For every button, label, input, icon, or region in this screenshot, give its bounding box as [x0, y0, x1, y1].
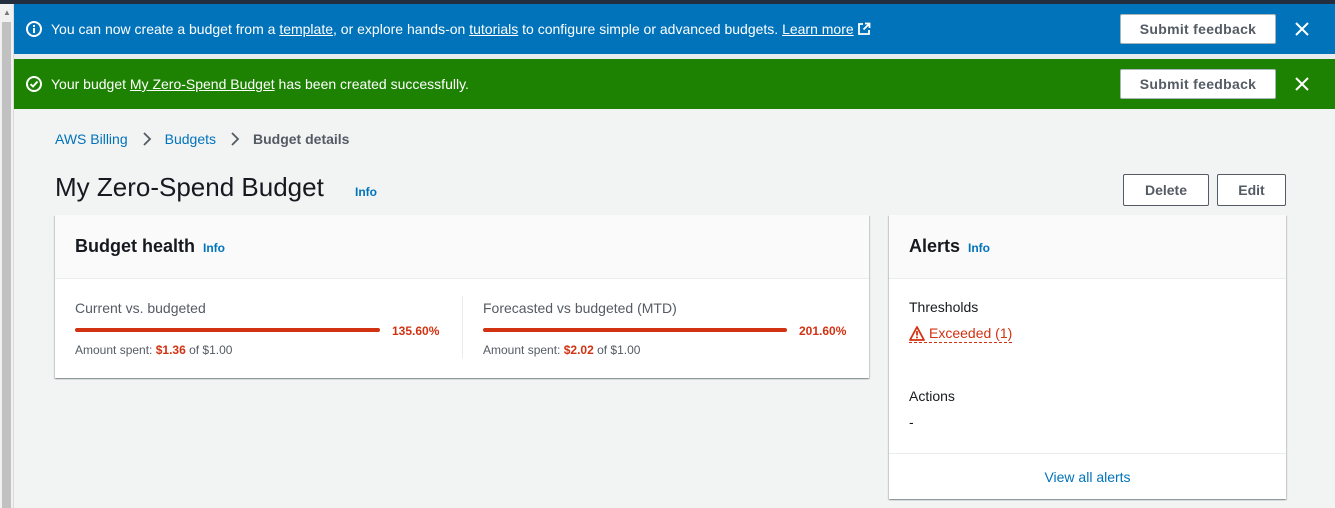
- breadcrumb-budgets[interactable]: Budgets: [165, 131, 216, 147]
- forecast-progress-bar: [483, 328, 787, 332]
- current-vs-budgeted-label: Current vs. budgeted: [75, 300, 206, 316]
- close-icon[interactable]: [1293, 75, 1311, 93]
- success-flash-message: Your budget My Zero-Spend Budget has bee…: [51, 76, 469, 92]
- current-amount-spent: $1.36: [155, 343, 186, 357]
- chevron-right-icon: [231, 132, 240, 146]
- info-text-2: , or explore hands-on: [333, 21, 470, 37]
- actions-label: Actions: [909, 388, 955, 404]
- info-flash-message: You can now create a budget from a templ…: [51, 21, 871, 37]
- actions-value: -: [909, 414, 914, 430]
- budget-health-info-link[interactable]: Info: [203, 241, 225, 255]
- alerts-footer: View all alerts: [889, 453, 1286, 499]
- learn-more-link[interactable]: Learn more: [782, 21, 854, 37]
- template-link[interactable]: template: [279, 21, 333, 37]
- alerts-info-link[interactable]: Info: [968, 241, 990, 255]
- check-circle-icon: [26, 76, 42, 92]
- budget-health-title: Budget health: [75, 236, 195, 256]
- current-amount-prefix: Amount spent:: [75, 343, 156, 357]
- view-all-alerts-link[interactable]: View all alerts: [1044, 469, 1130, 485]
- scroll-thumb[interactable]: [2, 22, 11, 508]
- chevron-right-icon: [142, 132, 151, 146]
- current-amount-suffix: of $1.00: [185, 343, 233, 357]
- alerts-title: Alerts: [909, 236, 961, 256]
- column-divider: [462, 296, 463, 358]
- forecast-amount-prefix: Amount spent:: [483, 343, 564, 357]
- close-icon[interactable]: [1293, 20, 1311, 38]
- tutorials-link[interactable]: tutorials: [469, 21, 518, 37]
- forecasted-vs-budgeted-label: Forecasted vs budgeted (MTD): [483, 300, 677, 316]
- title-info-link[interactable]: Info: [355, 185, 377, 199]
- scrollbar[interactable]: ▲: [0, 4, 14, 508]
- budget-health-card: Budget health Info Current vs. budgeted …: [55, 215, 869, 378]
- current-amount: Amount spent: $1.36 of $1.00: [75, 343, 232, 357]
- thresholds-label: Thresholds: [909, 299, 979, 315]
- scroll-up-arrow-icon[interactable]: ▲: [3, 9, 11, 17]
- forecast-amount-spent: $2.02: [563, 343, 594, 357]
- budget-health-header: Budget health Info: [55, 215, 869, 279]
- submit-feedback-button[interactable]: Submit feedback: [1120, 69, 1276, 99]
- external-link-icon[interactable]: [857, 22, 871, 36]
- forecast-amount-suffix: of $1.00: [593, 343, 641, 357]
- info-circle-icon: [26, 21, 42, 37]
- info-text-1: You can now create a budget from a: [51, 21, 280, 37]
- alerts-header: Alerts Info: [889, 215, 1286, 279]
- edit-button[interactable]: Edit: [1217, 174, 1286, 206]
- thresholds-exceeded-status[interactable]: Exceeded (1): [909, 325, 1013, 343]
- delete-button[interactable]: Delete: [1123, 174, 1209, 206]
- breadcrumb-aws-billing[interactable]: AWS Billing: [55, 131, 128, 147]
- alerts-card: Alerts Info Thresholds Exceeded (1) Acti…: [889, 215, 1286, 499]
- submit-feedback-button[interactable]: Submit feedback: [1120, 14, 1276, 44]
- warning-icon: [909, 325, 925, 341]
- info-text-3: to configure simple or advanced budgets.: [518, 21, 783, 37]
- breadcrumb-budget-details: Budget details: [253, 131, 350, 147]
- success-flash: Your budget My Zero-Spend Budget has bee…: [14, 59, 1335, 109]
- breadcrumb: AWS Billing Budgets Budget details: [55, 131, 349, 147]
- page-title: My Zero-Spend Budget: [55, 172, 324, 202]
- success-text-1: Your budget: [51, 76, 130, 92]
- thresholds-exceeded-text: Exceeded (1): [929, 325, 1013, 341]
- success-text-2: has been created successfully.: [274, 76, 469, 92]
- info-flash: You can now create a budget from a templ…: [14, 4, 1335, 54]
- current-percent: 135.60%: [392, 324, 440, 338]
- forecast-percent: 201.60%: [799, 324, 847, 338]
- current-progress-bar: [75, 328, 380, 332]
- forecast-amount: Amount spent: $2.02 of $1.00: [483, 343, 640, 357]
- budget-link[interactable]: My Zero-Spend Budget: [130, 76, 275, 92]
